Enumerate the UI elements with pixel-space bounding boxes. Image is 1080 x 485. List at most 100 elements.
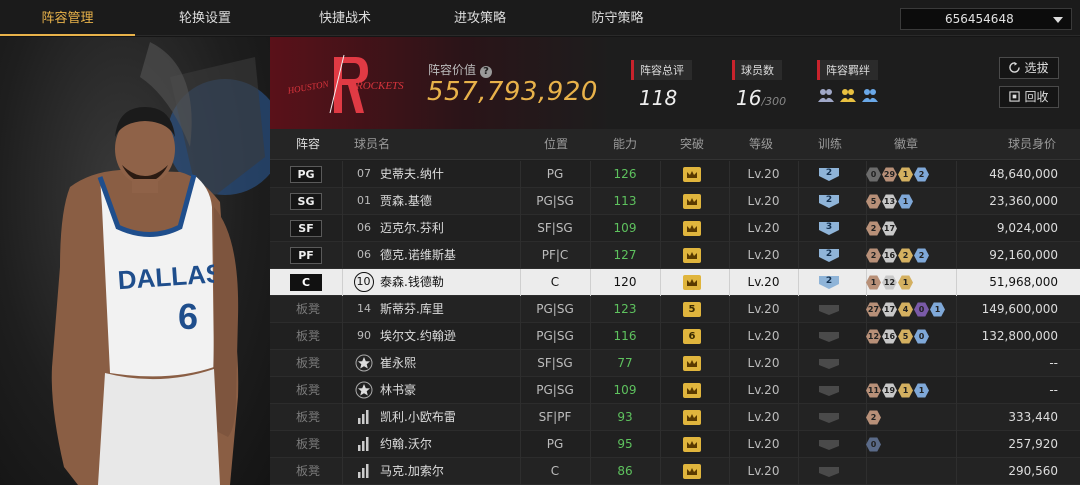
badge-list: 2 (866, 410, 881, 425)
badge-hex-icon[interactable]: 27 (866, 302, 881, 317)
table-row[interactable]: 板凳 90 埃尔文.约翰逊 PG|SG 116 6 Lv.20 12 16 5 0 132,800,0… (270, 323, 1080, 350)
training-badge-empty-icon[interactable] (818, 329, 840, 344)
badge-hex-icon[interactable]: 4 (898, 302, 913, 317)
player-name[interactable]: 史蒂夫.纳什 (380, 161, 444, 188)
badge-hex-icon[interactable]: 5 (898, 329, 913, 344)
tab-quick-tactics[interactable]: 快捷战术 (275, 0, 415, 36)
player-name[interactable]: 约翰.沃尔 (380, 431, 432, 458)
badge-hex-icon[interactable]: 11 (866, 383, 881, 398)
player-name[interactable]: 斯蒂芬.库里 (380, 296, 444, 323)
badge-hex-icon[interactable]: 0 (914, 329, 929, 344)
recycle-button[interactable]: 回收 (999, 86, 1059, 108)
bond-group-gold-icon[interactable] (839, 86, 857, 104)
badge-hex-icon[interactable]: 0 (866, 437, 881, 452)
badge-hex-icon[interactable]: 19 (882, 383, 897, 398)
badge-hex-icon[interactable]: 1 (898, 194, 913, 209)
badge-hex-icon[interactable]: 12 (882, 275, 897, 290)
tab-lineup-management[interactable]: 阵容管理 (0, 0, 135, 36)
table-row[interactable]: SG 01 贾森.基德 PG|SG 113 Lv.20 2 5 13 1 23,360,000 (270, 188, 1080, 215)
rank-bars-icon (358, 437, 369, 451)
badge-hex-icon[interactable]: 1 (898, 167, 913, 182)
bond-group-icon[interactable] (817, 86, 835, 104)
training-badge-empty-icon[interactable] (818, 356, 840, 371)
badge-hex-icon[interactable]: 0 (914, 302, 929, 317)
training-badge-empty-icon[interactable] (818, 302, 840, 317)
player-level: Lv.20 (747, 356, 780, 370)
player-position: SF|PF (538, 410, 572, 424)
table-row[interactable]: PF 06 德克.诺维斯基 PF|C 127 Lv.20 2 2 16 2 2 92,160,000 (270, 242, 1080, 269)
badge-hex-icon[interactable]: 2 (866, 221, 881, 236)
training-badge-empty-icon[interactable] (818, 464, 840, 479)
badge-hex-icon[interactable]: 2 (866, 248, 881, 263)
badge-hex-icon[interactable]: 2 (898, 248, 913, 263)
player-name[interactable]: 贾森.基德 (380, 188, 432, 215)
player-position: PG|SG (536, 383, 574, 397)
lineup-slot: PF (290, 247, 322, 264)
training-badge-empty-icon[interactable] (818, 383, 840, 398)
jersey-number: 06 (357, 248, 371, 261)
table-row[interactable]: 板凳 崔永熙 SF|SG 77 Lv.20 -- (270, 350, 1080, 377)
lineup-slot: C (290, 274, 322, 291)
col-ability: 能力 (613, 137, 638, 151)
player-name[interactable]: 泰森.钱德勒 (380, 269, 444, 296)
player-name[interactable]: 埃尔文.约翰逊 (380, 323, 456, 350)
badge-hex-icon[interactable]: 2 (914, 167, 929, 182)
badge-hex-icon[interactable]: 1 (914, 383, 929, 398)
badge-hex-icon[interactable]: 1 (866, 275, 881, 290)
team-logo: HOUSTON ROCKETS (284, 51, 414, 117)
table-row[interactable]: 板凳 约翰.沃尔 PG 95 Lv.20 0 257,920 (270, 431, 1080, 458)
badge-hex-icon[interactable]: 2 (866, 410, 881, 425)
player-name[interactable]: 凯利.小欧布雷 (380, 404, 456, 431)
training-badge-empty-icon[interactable] (818, 437, 840, 452)
column-divider (866, 350, 867, 377)
table-row[interactable]: PG 07 史蒂夫.纳什 PG 126 Lv.20 2 0 29 1 2 48,640,000 (270, 161, 1080, 188)
tab-rotation-settings[interactable]: 轮换设置 (135, 0, 275, 36)
jersey-number: 90 (357, 329, 371, 342)
breakthrough-level: 6 (683, 329, 701, 344)
badge-hex-icon[interactable]: 1 (930, 302, 945, 317)
table-row[interactable]: 板凳 14 斯蒂芬.库里 PG|SG 123 5 Lv.20 27 17 4 0 1 149,600,0… (270, 296, 1080, 323)
badge-hex-icon[interactable]: 29 (882, 167, 897, 182)
player-name[interactable]: 林书豪 (380, 377, 416, 404)
player-name[interactable]: 迈克尔.芬利 (380, 215, 444, 242)
table-row[interactable]: SF 06 迈克尔.芬利 SF|SG 109 Lv.20 3 2 17 9,024,000 (270, 215, 1080, 242)
tab-defense-strategy[interactable]: 防守策略 (545, 0, 690, 36)
col-breakthrough: 突破 (680, 137, 705, 151)
badge-list: 12 16 5 0 (866, 329, 929, 344)
jersey-number: 14 (357, 302, 371, 315)
badge-hex-icon[interactable]: 0 (866, 167, 881, 182)
player-level: Lv.20 (747, 383, 780, 397)
player-name[interactable]: 崔永熙 (380, 350, 416, 377)
badge-hex-icon[interactable]: 16 (882, 329, 897, 344)
table-row[interactable]: 板凳 马克.加索尔 C 86 Lv.20 290,560 (270, 458, 1080, 485)
bond-group-blue-icon[interactable] (861, 86, 879, 104)
badge-hex-icon[interactable]: 1 (898, 383, 913, 398)
player-portrait: DALLAS 6 (0, 37, 270, 485)
table-row[interactable]: C 10 泰森.钱德勒 C 120 Lv.20 2 1 12 1 51,968,000 (270, 269, 1080, 296)
badge-hex-icon[interactable]: 12 (866, 329, 881, 344)
player-position: SF|SG (537, 356, 573, 370)
badge-hex-icon[interactable]: 17 (882, 221, 897, 236)
badge-hex-icon[interactable]: 16 (882, 248, 897, 263)
pick-button[interactable]: 选拔 (999, 57, 1059, 79)
tab-offense-strategy[interactable]: 进攻策略 (415, 0, 545, 36)
player-name[interactable]: 马克.加索尔 (380, 458, 444, 485)
overall-rating-label: 阵容总评 (631, 60, 692, 80)
column-divider (660, 350, 661, 377)
badge-hex-icon[interactable]: 17 (882, 302, 897, 317)
badge-hex-icon[interactable]: 5 (866, 194, 881, 209)
jersey-number-badge: 06 (354, 218, 374, 238)
badge-hex-icon[interactable]: 2 (914, 248, 929, 263)
player-name[interactable]: 德克.诺维斯基 (380, 242, 456, 269)
player-ability: 109 (613, 383, 637, 397)
table-row[interactable]: 板凳 林书豪 PG|SG 109 Lv.20 11 19 1 1 -- (270, 377, 1080, 404)
bond-icons (817, 86, 879, 104)
table-row[interactable]: 板凳 凯利.小欧布雷 SF|PF 93 Lv.20 2 333,440 (270, 404, 1080, 431)
breakthrough-crown-icon (683, 437, 701, 452)
jersey-number: 06 (357, 221, 371, 234)
svg-text:HOUSTON: HOUSTON (286, 79, 330, 96)
training-badge-empty-icon[interactable] (818, 410, 840, 425)
badge-hex-icon[interactable]: 1 (898, 275, 913, 290)
account-dropdown[interactable]: 656454648 (900, 8, 1072, 30)
badge-hex-icon[interactable]: 13 (882, 194, 897, 209)
